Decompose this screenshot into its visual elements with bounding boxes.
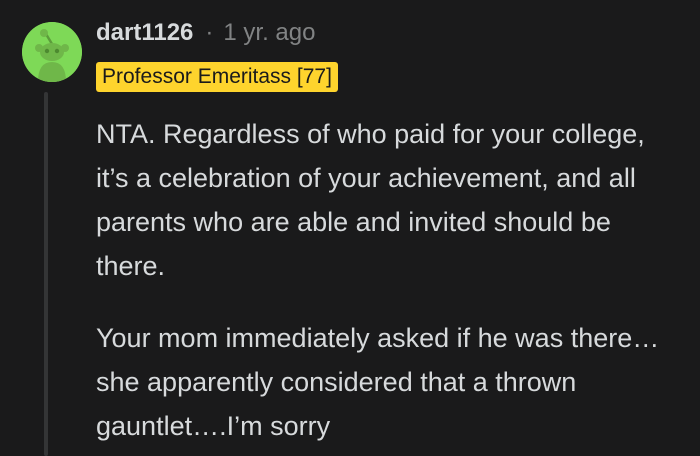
thread-collapse-line[interactable] [44, 92, 48, 456]
comment-meta: dart1126 · 1 yr. ago [96, 16, 315, 50]
user-flair: Professor Emeritass [77] [96, 62, 338, 92]
comment-paragraph: Your mom immediately asked if he was the… [96, 323, 660, 441]
comment: dart1126 · 1 yr. ago Professor Emeritass… [0, 0, 700, 456]
comment-paragraph: NTA. Regardless of who paid for your col… [96, 119, 645, 281]
user-avatar[interactable] [22, 22, 82, 82]
comment-timestamp[interactable]: 1 yr. ago [223, 19, 315, 47]
snoo-avatar-icon [22, 22, 82, 82]
username-link[interactable]: dart1126 [96, 19, 193, 47]
meta-separator: · [205, 19, 214, 46]
comment-body: NTA. Regardless of who paid for your col… [96, 112, 676, 456]
